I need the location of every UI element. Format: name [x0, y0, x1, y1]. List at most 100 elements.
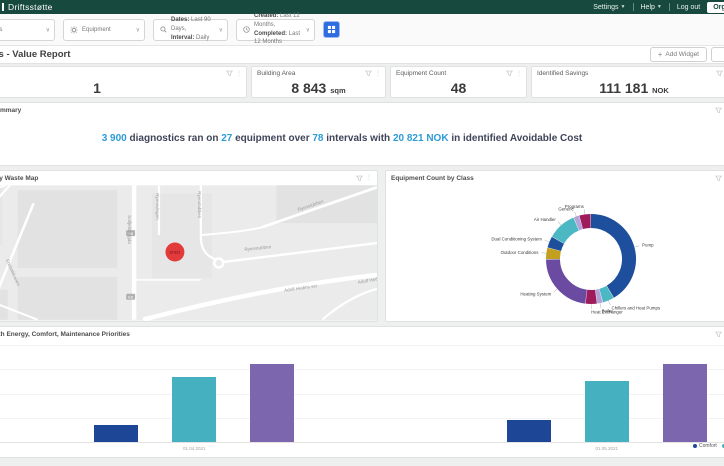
donut-label-leader-line: [584, 209, 585, 214]
logout-label: Log out: [677, 4, 700, 11]
kebab-menu-icon[interactable]: ⋮: [516, 71, 522, 77]
diagnostics-summary-panel: Diagnostics Summary ⋮ 3 900 diagnostics …: [0, 102, 724, 166]
help-label: Help: [641, 4, 655, 11]
top-navigation-bar: Driftsstøtte Settings ▼ Help ▼ Log out O…: [0, 0, 724, 14]
donut-label-leader-line: [608, 300, 610, 305]
summary-sentence: 3 900 diagnostics ran on 27 equipment ov…: [0, 133, 724, 144]
middle-panel-row: Building Energy Waste Map ⋮: [0, 170, 724, 322]
top-nav-links: Settings ▼ Help ▼ Log out Org:: [593, 2, 724, 13]
equipment-donut-chart: PumpChillers and Heat PumpsBoilerHeat Ex…: [386, 185, 724, 321]
chevron-down-icon: ∨: [306, 26, 310, 33]
filter-funnel-icon[interactable]: [716, 70, 723, 77]
donut-slice-pump[interactable]: [591, 221, 629, 292]
donut-chart-title: Equipment Count by Class: [391, 175, 474, 182]
summary-text: intervals with: [323, 133, 392, 144]
filter-funnel-icon[interactable]: [365, 70, 372, 77]
plus-icon: +: [658, 53, 663, 57]
x-axis-label: 01.04.2021: [183, 446, 206, 451]
org-button[interactable]: Org:: [707, 2, 724, 13]
priorities-plot: 01.04.202101.05.2021: [0, 345, 724, 442]
divider: [669, 3, 670, 11]
filter-funnel-icon[interactable]: [715, 331, 722, 338]
clock-icon: [243, 26, 250, 33]
apply-filters-button[interactable]: [323, 21, 340, 38]
summary-title: Diagnostics Summary: [0, 107, 21, 114]
equipment-filter-dropdown[interactable]: Equipment ∨: [63, 19, 145, 41]
map-title: Building Energy Waste Map: [0, 175, 38, 182]
legend-label: Comfort: [699, 443, 717, 449]
bar-group: 01.04.2021: [0, 345, 401, 442]
kpi-value: 1: [93, 80, 101, 96]
chevron-down-icon: ▼: [621, 4, 626, 10]
chevron-down-icon: ∨: [46, 26, 50, 33]
priorities-chart-title: Diagnostics with Energy, Comfort, Mainte…: [0, 331, 130, 338]
bar-comfort[interactable]: [94, 425, 138, 442]
kpi-title: Equipment Count: [396, 70, 521, 77]
dates-filter-dropdown[interactable]: Dates: Last 90 Days, Interval: Daily ∨: [153, 19, 228, 41]
kpi-unit: NOK: [652, 86, 669, 95]
filter-funnel-icon[interactable]: [715, 107, 722, 114]
kpi-value: 8 843: [291, 80, 326, 96]
donut-label: Heat Exchanger: [591, 309, 623, 314]
filter-bar: Buildings ∨ Equipment ∨ Dates: Last 90 D…: [0, 14, 724, 46]
donut-slice-boiler[interactable]: [596, 296, 600, 297]
filter-funnel-icon[interactable]: [226, 70, 233, 77]
donut-slice-chillers-and-heat-pumps[interactable]: [601, 292, 610, 296]
app-brand: Driftsstøtte: [2, 2, 53, 12]
kebab-menu-icon[interactable]: ⋮: [375, 71, 381, 77]
add-widget-button[interactable]: + Add Widget: [650, 47, 707, 62]
donut-label: Outdoor Conditions: [501, 250, 540, 255]
energy-waste-map[interactable]: E6 E6 Solfjellshøgda Ryensvingen Ryenstu…: [0, 185, 377, 321]
dashboard-canvas: Driftsstøtte Settings ▼ Help ▼ Log out O…: [0, 0, 724, 458]
chevron-down-icon: ∨: [219, 26, 223, 33]
logout-link[interactable]: Log out: [677, 4, 700, 11]
kpi-unit: sqm: [330, 86, 345, 95]
created-filter-dropdown[interactable]: Created: Last 12 Months, Completed: Last…: [236, 19, 315, 41]
summary-text: equipment over: [232, 133, 312, 144]
bar-maintenance[interactable]: [663, 364, 707, 442]
svg-text:E6: E6: [128, 294, 134, 299]
filter-funnel-icon[interactable]: [506, 70, 513, 77]
donut-label-leader-line: [634, 246, 639, 247]
add-widget-label: Add Widget: [665, 51, 699, 58]
secondary-header-button[interactable]: [711, 47, 724, 62]
kpi-title: Identified Savings: [537, 70, 724, 77]
buildings-filter-dropdown[interactable]: Buildings ∨: [0, 19, 55, 41]
dashboard-grid-icon: [327, 25, 336, 34]
buildings-filter-label: Buildings: [0, 27, 2, 33]
street-label: Ryenstubben: [197, 191, 202, 218]
donut-label: Heating System: [520, 292, 551, 297]
donut-label: Air Handler: [534, 217, 556, 222]
filter-funnel-icon[interactable]: [356, 175, 363, 182]
street-label: Ryensvingen: [155, 193, 160, 220]
settings-menu[interactable]: Settings ▼: [593, 4, 625, 11]
donut-slice-air-handler[interactable]: [558, 224, 576, 240]
donut-label: Pump: [642, 243, 654, 248]
kpi-title: Building Area: [257, 70, 380, 77]
donut-slice-generic[interactable]: [576, 222, 580, 223]
kebab-menu-icon[interactable]: ⋮: [366, 175, 372, 181]
donut-slice-programs[interactable]: [581, 221, 590, 222]
bar-energy[interactable]: [172, 377, 216, 442]
donut-slice-outdoor-conditions[interactable]: [553, 250, 554, 259]
equipment-count-by-class-panel: Equipment Count by Class ⋮ PumpChillers …: [385, 170, 724, 322]
help-menu[interactable]: Help ▼: [641, 4, 662, 11]
donut-label: Programs: [565, 204, 585, 209]
filter-funnel-icon[interactable]: [715, 175, 722, 182]
kpi-value: 111 181: [599, 80, 648, 96]
kpi-card-identified-savings: Identified Savings ⋮ 111 181 NOK: [531, 66, 724, 98]
bar-energy[interactable]: [585, 381, 629, 442]
donut-label-leader-line: [545, 240, 550, 242]
map-marker[interactable]: 20 821: [165, 243, 184, 262]
bar-chart-plot-area: 01.04.202101.05.2021: [0, 345, 724, 442]
donut-slice-dual-conditioning-system[interactable]: [554, 240, 558, 249]
bar-maintenance[interactable]: [250, 364, 294, 442]
legend-item-comfort[interactable]: Comfort: [693, 443, 717, 449]
donut-label-leader-line: [600, 303, 601, 308]
bar-comfort[interactable]: [507, 420, 551, 443]
page-actions: + Add Widget: [650, 47, 724, 62]
donut-label-leader-line: [575, 212, 577, 217]
kebab-menu-icon[interactable]: ⋮: [236, 71, 242, 77]
donut-slice-heating-system[interactable]: [553, 259, 586, 296]
kpi-card-building-area: Building Area ⋮ 8 843 sqm: [251, 66, 386, 98]
